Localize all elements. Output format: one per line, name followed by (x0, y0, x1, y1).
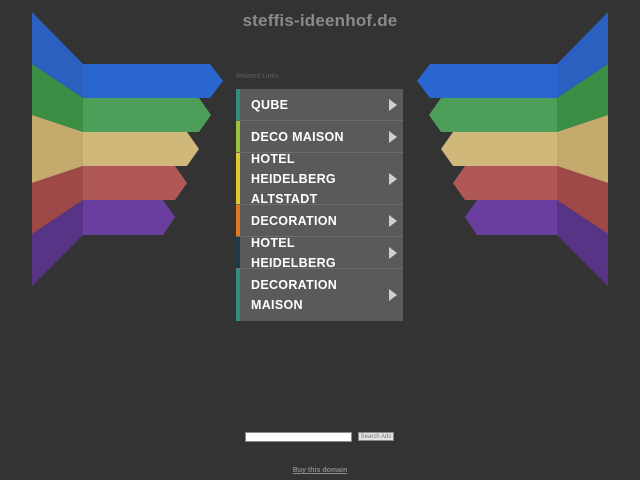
link-color-bar (236, 121, 240, 152)
arrow-right-icon[interactable] (389, 214, 397, 227)
arrow-right-icon[interactable] (389, 98, 397, 111)
link-label[interactable]: DECORATION MAISON (251, 275, 377, 315)
related-link-hotel-heidelberg-altstadt[interactable]: HOTEL HEIDELBERG ALTSTADT (236, 152, 403, 206)
arrow-right-icon[interactable] (389, 289, 397, 301)
search-input[interactable] (245, 432, 352, 442)
link-color-bar (236, 153, 240, 204)
link-label[interactable]: HOTEL HEIDELBERG ALTSTADT (251, 149, 377, 209)
right-bar-tan (441, 132, 557, 166)
related-link-decoration-maison[interactable]: DECORATION MAISON (236, 269, 403, 321)
link-color-bar (236, 89, 240, 120)
buy-domain-link[interactable]: Buy this domain (0, 467, 640, 474)
related-link-qube[interactable]: QUBE (236, 89, 403, 121)
right-bar-red (453, 166, 557, 200)
left-bar-blue (83, 64, 223, 98)
arrow-right-icon[interactable] (389, 172, 397, 185)
link-color-bar (236, 269, 240, 321)
left-bar-red (83, 166, 187, 200)
right-bar-blue (417, 64, 557, 98)
link-color-bar (236, 205, 240, 236)
arrow-right-icon[interactable] (389, 130, 397, 143)
related-links-label: Related Links (236, 73, 279, 80)
link-label[interactable]: HOTEL HEIDELBERG (251, 233, 377, 273)
left-bar-green (83, 98, 211, 132)
link-label[interactable]: DECORATION (251, 211, 337, 231)
related-link-hotel-heidelberg[interactable]: HOTEL HEIDELBERG (236, 236, 403, 270)
left-bar-tan (83, 132, 199, 166)
related-links-list: QUBE DECO MAISON HOTEL HEIDELBERG ALTSTA… (236, 89, 403, 321)
link-label[interactable]: DECO MAISON (251, 127, 344, 147)
left-bar-purple (83, 200, 175, 235)
right-bar-green (429, 98, 557, 132)
arrow-right-icon[interactable] (389, 246, 397, 259)
right-bar-purple (465, 200, 557, 235)
search-ads-button[interactable]: Search Ads (358, 432, 394, 441)
link-label[interactable]: QUBE (251, 95, 288, 115)
link-color-bar (236, 237, 240, 268)
